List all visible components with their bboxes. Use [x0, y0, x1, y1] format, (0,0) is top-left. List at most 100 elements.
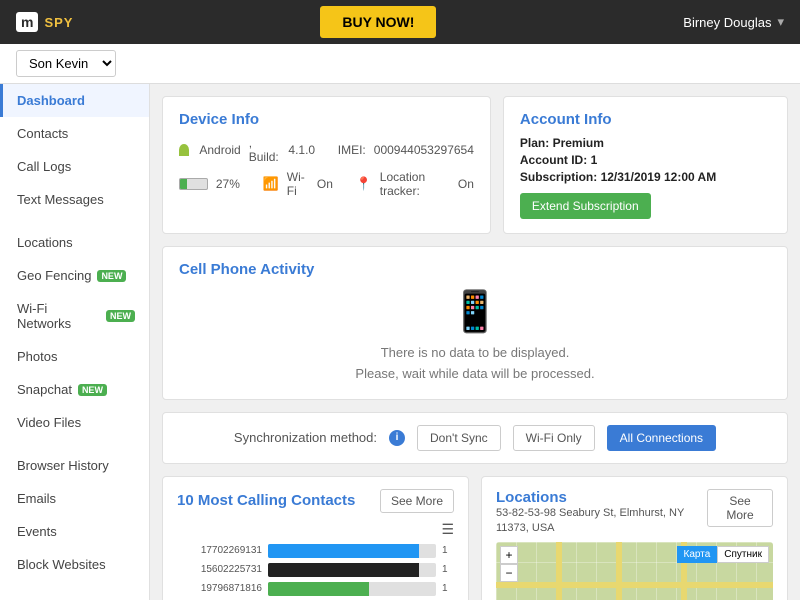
sidebar-item-events[interactable]: Events [0, 515, 149, 548]
map-sputnik-button[interactable]: Спутник [717, 546, 769, 563]
account-info-title: Account Info [520, 111, 771, 128]
geo-fencing-badge: NEW [97, 270, 126, 282]
sidebar-item-geo-fencing[interactable]: Geo Fencing NEW [0, 259, 149, 292]
device-build: 4.1.0 [288, 143, 315, 157]
locations-title-group: Locations 53-82-53-98 Seabury St, Elmhur… [496, 489, 707, 537]
battery-pct: 27% [216, 177, 240, 191]
bar-track-1 [268, 563, 436, 577]
sync-label: Synchronization method: [234, 430, 377, 445]
wifi-status: On [317, 177, 333, 191]
sidebar-item-label: Video Files [17, 415, 81, 430]
map-container: 📍 + − Карта Спутник [496, 542, 773, 600]
device-imei: 000944053297654 [374, 143, 474, 157]
calling-card-header: 10 Most Calling Contacts See More [177, 489, 454, 513]
calling-contacts-title: 10 Most Calling Contacts [177, 492, 355, 509]
account-subscription-row: Subscription: 12/31/2019 12:00 AM [520, 170, 771, 184]
bar-fill-1 [268, 563, 419, 577]
device-select[interactable]: Son Kevin [16, 50, 116, 77]
dont-sync-button[interactable]: Don't Sync [417, 425, 501, 451]
account-id: 1 [591, 153, 598, 167]
subheader: Son Kevin [0, 44, 800, 84]
bar-fill-0 [268, 544, 419, 558]
bar-count-1: 1 [442, 564, 454, 575]
sidebar-item-skype[interactable]: Skype [0, 591, 149, 600]
calling-see-more-button[interactable]: See More [380, 489, 454, 513]
logo-m: m [16, 12, 38, 32]
user-area: Birney Douglas ▾ [683, 14, 784, 30]
buy-now-button[interactable]: BUY NOW! [320, 6, 436, 38]
bar-track-2 [268, 582, 436, 596]
bottom-row: 10 Most Calling Contacts See More ☰ 1770… [162, 476, 788, 600]
sync-method-card: Synchronization method: i Don't Sync Wi-… [162, 412, 788, 464]
location-pin-icon: 📍 [356, 176, 372, 192]
logo: m SPY [16, 12, 73, 32]
sidebar-item-label: Locations [17, 235, 73, 250]
layout: Dashboard Contacts Call Logs Text Messag… [0, 84, 800, 600]
sidebar-item-contacts[interactable]: Contacts [0, 117, 149, 150]
sidebar-item-label: Snapchat [17, 382, 72, 397]
sidebar-item-wi-fi-networks[interactable]: Wi-Fi Networks NEW [0, 292, 149, 340]
account-plan: Premium [553, 136, 604, 150]
device-status-row: 27% 📶 Wi-Fi On 📍 Location tracker: On [179, 170, 474, 198]
hamburger-icon[interactable]: ☰ [177, 521, 454, 538]
all-connections-button[interactable]: All Connections [607, 425, 716, 451]
bar-track-0 [268, 544, 436, 558]
main-content: Device Info Android, Build: 4.1.0 IMEI: … [150, 84, 800, 600]
battery-icon [179, 178, 208, 190]
sidebar-item-label: Photos [17, 349, 57, 364]
bar-number-1: 15602225731 [177, 564, 262, 575]
logo-spy: SPY [44, 15, 73, 30]
snapchat-badge: NEW [78, 384, 107, 396]
map-zoom-out-button[interactable]: − [500, 564, 518, 582]
location-address: 53-82-53-98 Seabury St, Elmhurst, NY 113… [496, 506, 707, 537]
sync-info-icon[interactable]: i [389, 430, 405, 446]
locations-see-more-button[interactable]: See More [707, 489, 773, 527]
wifi-only-button[interactable]: Wi-Fi Only [513, 425, 595, 451]
chevron-down-icon[interactable]: ▾ [777, 14, 784, 30]
sidebar-item-label: Call Logs [17, 159, 71, 174]
sidebar-item-photos[interactable]: Photos [0, 340, 149, 373]
sidebar-item-label: Browser History [17, 458, 109, 473]
cell-phone-activity-title: Cell Phone Activity [179, 261, 771, 278]
bar-number-2: 19796871816 [177, 583, 262, 594]
sidebar-item-block-websites[interactable]: Block Websites [0, 548, 149, 581]
no-data-text: There is no data to be displayed. Please… [179, 343, 771, 385]
sidebar-item-text-messages[interactable]: Text Messages [0, 183, 149, 216]
sidebar-item-label: Dashboard [17, 93, 85, 108]
locations-header: Locations 53-82-53-98 Seabury St, Elmhur… [496, 489, 773, 537]
device-os-row: Android, Build: 4.1.0 IMEI: 000944053297… [179, 136, 474, 164]
user-name: Birney Douglas [683, 15, 771, 30]
device-os: Android [199, 143, 240, 157]
wifi-icon: 📶 [263, 176, 279, 192]
imei-label: IMEI: [338, 143, 366, 157]
sidebar-item-browser-history[interactable]: Browser History [0, 449, 149, 482]
account-subscription: 12/31/2019 12:00 AM [601, 170, 717, 184]
bar-row-1: 15602225731 1 [177, 563, 454, 577]
location-status: On [458, 177, 474, 191]
calling-contacts-card: 10 Most Calling Contacts See More ☰ 1770… [162, 476, 469, 600]
sidebar-item-label: Geo Fencing [17, 268, 91, 283]
locations-card: Locations 53-82-53-98 Seabury St, Elmhur… [481, 476, 788, 600]
account-plan-row: Plan: Premium [520, 136, 771, 150]
locations-title: Locations [496, 489, 707, 506]
sidebar-item-locations[interactable]: Locations [0, 226, 149, 259]
map-road-v1 [556, 542, 562, 600]
wifi-label: Wi-Fi [287, 170, 309, 198]
map-zoom-in-button[interactable]: + [500, 546, 518, 564]
sidebar-item-video-files[interactable]: Video Files [0, 406, 149, 439]
sidebar-item-label: Events [17, 524, 57, 539]
sidebar-item-label: Text Messages [17, 192, 104, 207]
sidebar-item-label: Emails [17, 491, 56, 506]
account-id-row: Account ID: 1 [520, 153, 771, 167]
sidebar-item-dashboard[interactable]: Dashboard [0, 84, 149, 117]
sidebar-item-snapchat[interactable]: Snapchat NEW [0, 373, 149, 406]
sidebar-item-call-logs[interactable]: Call Logs [0, 150, 149, 183]
map-road-h1 [496, 582, 773, 588]
sidebar-item-emails[interactable]: Emails [0, 482, 149, 515]
cell-phone-activity-card: Cell Phone Activity 📱 There is no data t… [162, 246, 788, 400]
sidebar-item-label: Block Websites [17, 557, 106, 572]
sidebar-item-label: Wi-Fi Networks [17, 301, 100, 331]
extend-subscription-button[interactable]: Extend Subscription [520, 193, 651, 219]
bar-row-2: 19796871816 1 [177, 582, 454, 596]
map-karta-button[interactable]: Карта [677, 546, 718, 563]
